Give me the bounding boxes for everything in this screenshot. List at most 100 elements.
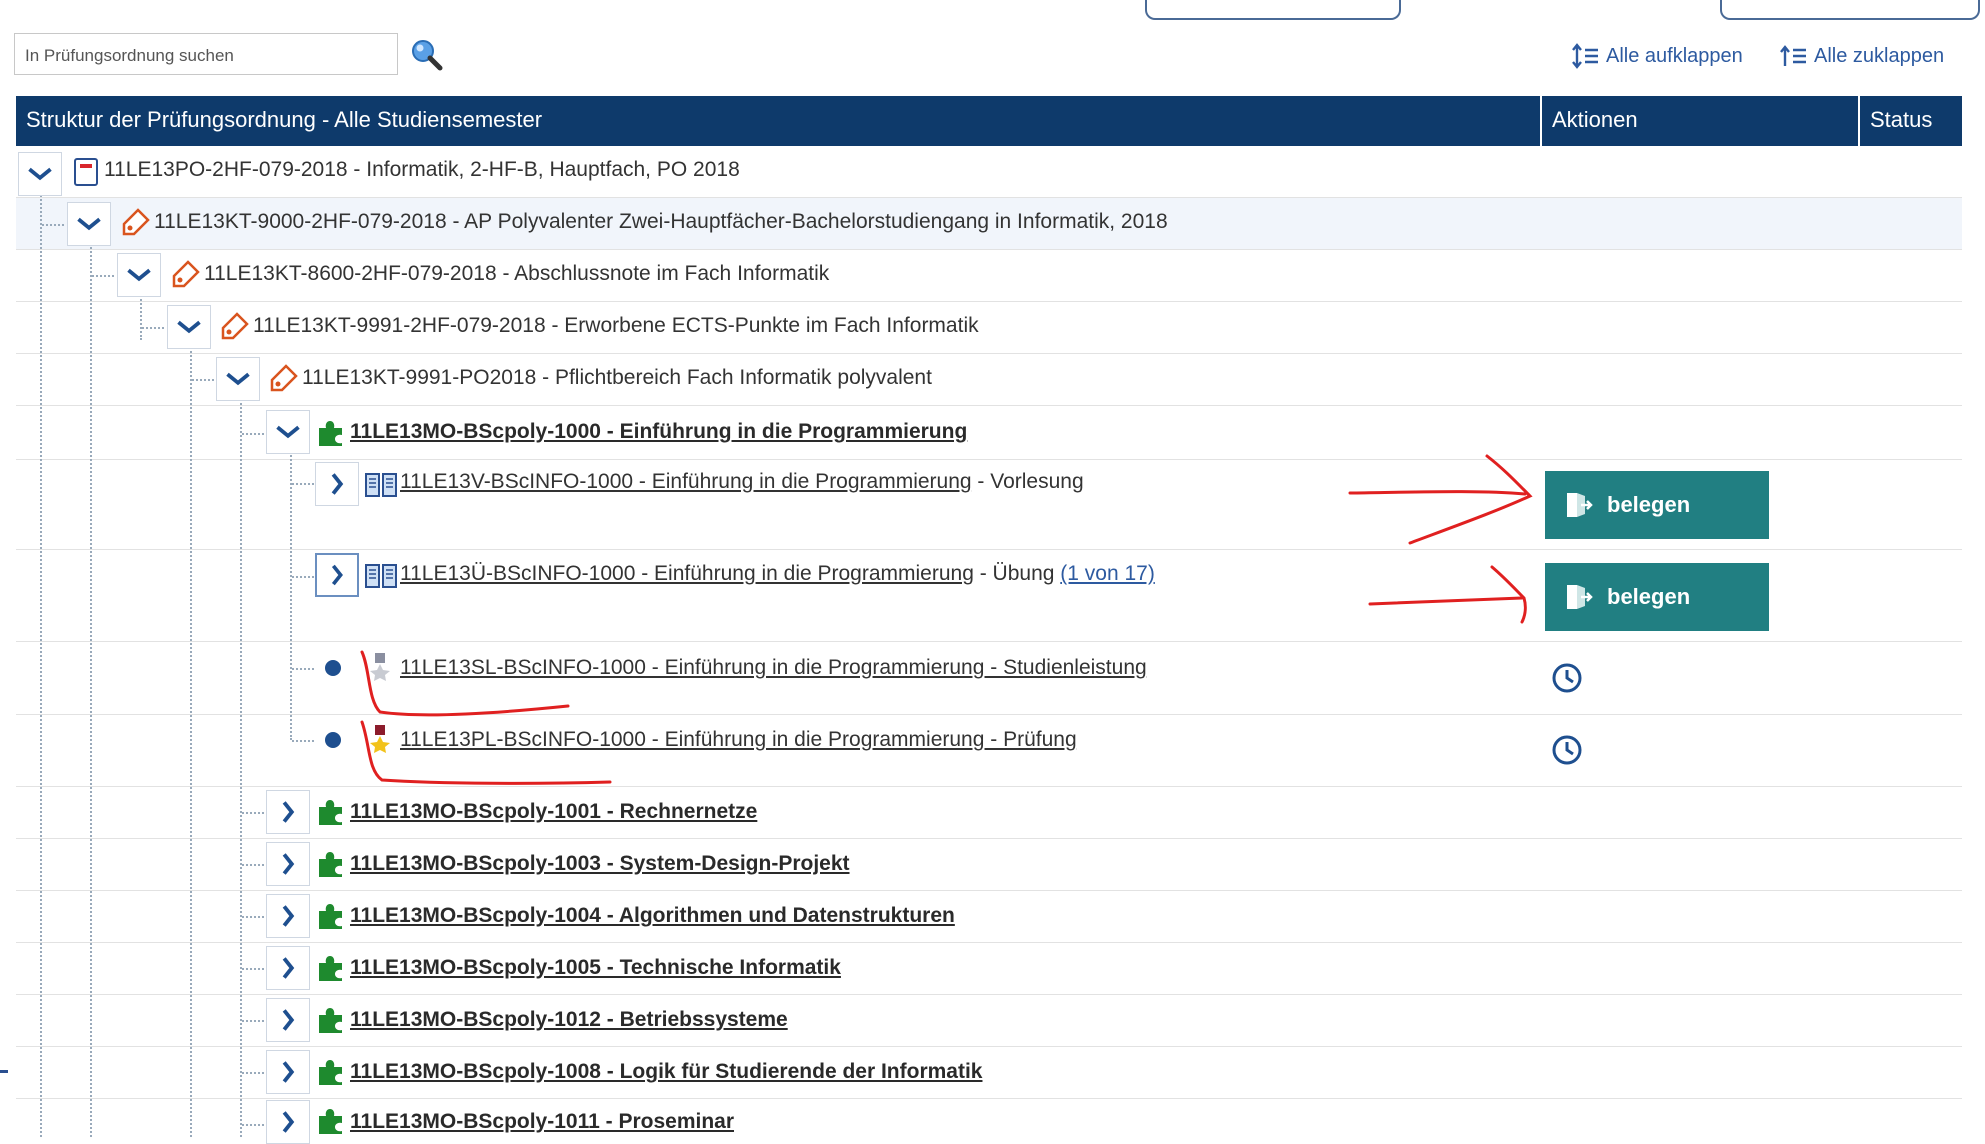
expand-all-label: Alle aufklappen	[1606, 44, 1743, 67]
kt9991-label: 11LE13KT-9991-2HF-079-2018 - Erworbene E…	[253, 314, 979, 337]
belegen-label: belegen	[1607, 584, 1691, 609]
kt9000-label: 11LE13KT-9000-2HF-079-2018 - AP Polyvale…	[154, 210, 1168, 233]
expand-toggle[interactable]	[315, 553, 359, 597]
top-tab-left[interactable]	[1145, 0, 1401, 20]
clock-icon	[1552, 663, 1582, 693]
module-link-1001[interactable]: 11LE13MO-BScpoly-1001 - Rechnernetze	[350, 800, 757, 824]
puzzle-icon	[319, 800, 342, 825]
tree-guide	[292, 576, 314, 578]
puzzle-icon	[319, 852, 342, 877]
expand-toggle[interactable]	[266, 1100, 310, 1144]
puzzle-icon	[319, 421, 342, 446]
chevron-down-icon	[28, 167, 52, 181]
collapse-toggle[interactable]	[18, 152, 62, 196]
chevron-right-icon	[282, 957, 295, 979]
tree-guide	[190, 330, 192, 1137]
table-header: Struktur der Prüfungsordnung - Alle Stud…	[16, 96, 1962, 146]
expand-toggle[interactable]	[266, 842, 310, 886]
tree-guide	[40, 190, 42, 1137]
tree-guide	[242, 1124, 264, 1126]
collapse-toggle[interactable]	[167, 305, 211, 349]
tree-guide	[242, 1020, 264, 1022]
tree-guide	[242, 968, 264, 970]
tag-icon	[122, 208, 150, 236]
clock-icon	[1552, 735, 1582, 765]
tree-guide	[242, 864, 264, 866]
medal-star-icon	[370, 725, 390, 753]
puzzle-icon	[319, 956, 342, 981]
pl-row-label: 11LE13PL-BScINFO-1000 - Einführung in di…	[400, 728, 1077, 752]
expand-toggle[interactable]	[266, 1050, 310, 1094]
course-link-v1000[interactable]: 11LE13V-BScINFO-1000 - Einführung in die…	[400, 470, 972, 493]
header-actions: Aktionen	[1540, 96, 1858, 146]
chevron-right-icon	[282, 1061, 295, 1083]
medal-grey-icon	[370, 653, 390, 681]
tree-guide	[242, 812, 264, 814]
tree-guide	[290, 432, 292, 740]
course-link-u1000[interactable]: 11LE13Ü-BScINFO-1000 - Einführung in die…	[400, 562, 974, 585]
belegen-button[interactable]: belegen	[1545, 471, 1769, 539]
tree-guide	[42, 224, 64, 226]
tree-guide	[242, 1072, 264, 1074]
exam-link-sl1000[interactable]: 11LE13SL-BScINFO-1000 - Einführung in di…	[400, 656, 1147, 679]
collapse-toggle[interactable]	[266, 410, 310, 454]
module-link-1008[interactable]: 11LE13MO-BScpoly-1008 - Logik für Studie…	[350, 1060, 982, 1084]
top-tab-right[interactable]	[1720, 0, 1980, 20]
expand-toggle[interactable]	[266, 894, 310, 938]
tag-icon	[221, 312, 249, 340]
collapse-all-icon	[1780, 45, 1806, 66]
bullet-icon	[325, 660, 341, 676]
header-status: Status	[1858, 96, 1962, 146]
tree-guide	[142, 327, 164, 329]
course-row-u1000: 11LE13Ü-BScINFO-1000 - Einführung in die…	[400, 562, 1155, 586]
tree-guide	[242, 916, 264, 918]
tag-icon	[270, 364, 298, 392]
module-link-1012[interactable]: 11LE13MO-BScpoly-1012 - Betriebssysteme	[350, 1008, 788, 1032]
tree-guide	[242, 433, 264, 435]
module-link-1003[interactable]: 11LE13MO-BScpoly-1003 - System-Design-Pr…	[350, 852, 850, 876]
module-link-1000[interactable]: 11LE13MO-BScpoly-1000 - Einführung in di…	[350, 420, 967, 444]
enroll-door-icon	[1567, 493, 1593, 517]
belegen-button[interactable]: belegen	[1545, 563, 1769, 631]
kt8600-label: 11LE13KT-8600-2HF-079-2018 - Abschlussno…	[204, 262, 830, 285]
group-count-link[interactable]: (1 von 17)	[1060, 562, 1155, 585]
edge-marker	[0, 1070, 8, 1073]
puzzle-icon	[319, 904, 342, 929]
expand-toggle[interactable]	[266, 998, 310, 1042]
tree-guide	[90, 230, 92, 1137]
header-structure: Struktur der Prüfungsordnung - Alle Stud…	[26, 107, 543, 132]
chevron-down-icon	[276, 425, 300, 439]
exam-link-pl1000[interactable]: 11LE13PL-BScINFO-1000 - Einführung in di…	[400, 728, 1077, 751]
module-link-1005[interactable]: 11LE13MO-BScpoly-1005 - Technische Infor…	[350, 956, 841, 980]
chevron-right-icon	[282, 801, 295, 823]
expand-all-icon	[1572, 43, 1598, 69]
kt9991po-label: 11LE13KT-9991-PO2018 - Pflichtbereich Fa…	[302, 366, 932, 389]
tree-guide	[240, 380, 242, 1137]
puzzle-icon	[319, 1060, 342, 1085]
po-label: 11LE13PO-2HF-079-2018 - Informatik, 2-HF…	[104, 158, 740, 181]
course-type: - Vorlesung	[977, 470, 1084, 493]
expand-all-button[interactable]: Alle aufklappen	[1572, 42, 1743, 70]
tree-guide	[292, 740, 314, 742]
collapse-toggle[interactable]	[216, 357, 260, 401]
chevron-right-icon	[282, 853, 295, 875]
expand-toggle[interactable]	[315, 462, 359, 506]
module-link-1011[interactable]: 11LE13MO-BScpoly-1011 - Proseminar	[350, 1110, 734, 1134]
course-type: - Übung	[979, 562, 1055, 585]
book-icon	[365, 473, 397, 497]
collapse-toggle[interactable]	[117, 253, 161, 297]
chevron-down-icon	[77, 217, 101, 231]
search-icon[interactable]	[410, 38, 444, 72]
search-input[interactable]: In Prüfungsordnung suchen	[14, 33, 398, 75]
puzzle-icon	[319, 1109, 342, 1134]
expand-toggle[interactable]	[266, 946, 310, 990]
module-link-1004[interactable]: 11LE13MO-BScpoly-1004 - Algorithmen und …	[350, 904, 955, 928]
expand-toggle[interactable]	[266, 790, 310, 834]
chevron-right-icon	[331, 564, 343, 586]
chevron-right-icon	[282, 1009, 295, 1031]
book-icon	[365, 564, 397, 588]
collapse-all-button[interactable]: Alle zuklappen	[1780, 42, 1944, 70]
collapse-toggle[interactable]	[67, 202, 111, 246]
tree-guide	[292, 483, 314, 485]
enroll-door-icon	[1567, 585, 1593, 609]
